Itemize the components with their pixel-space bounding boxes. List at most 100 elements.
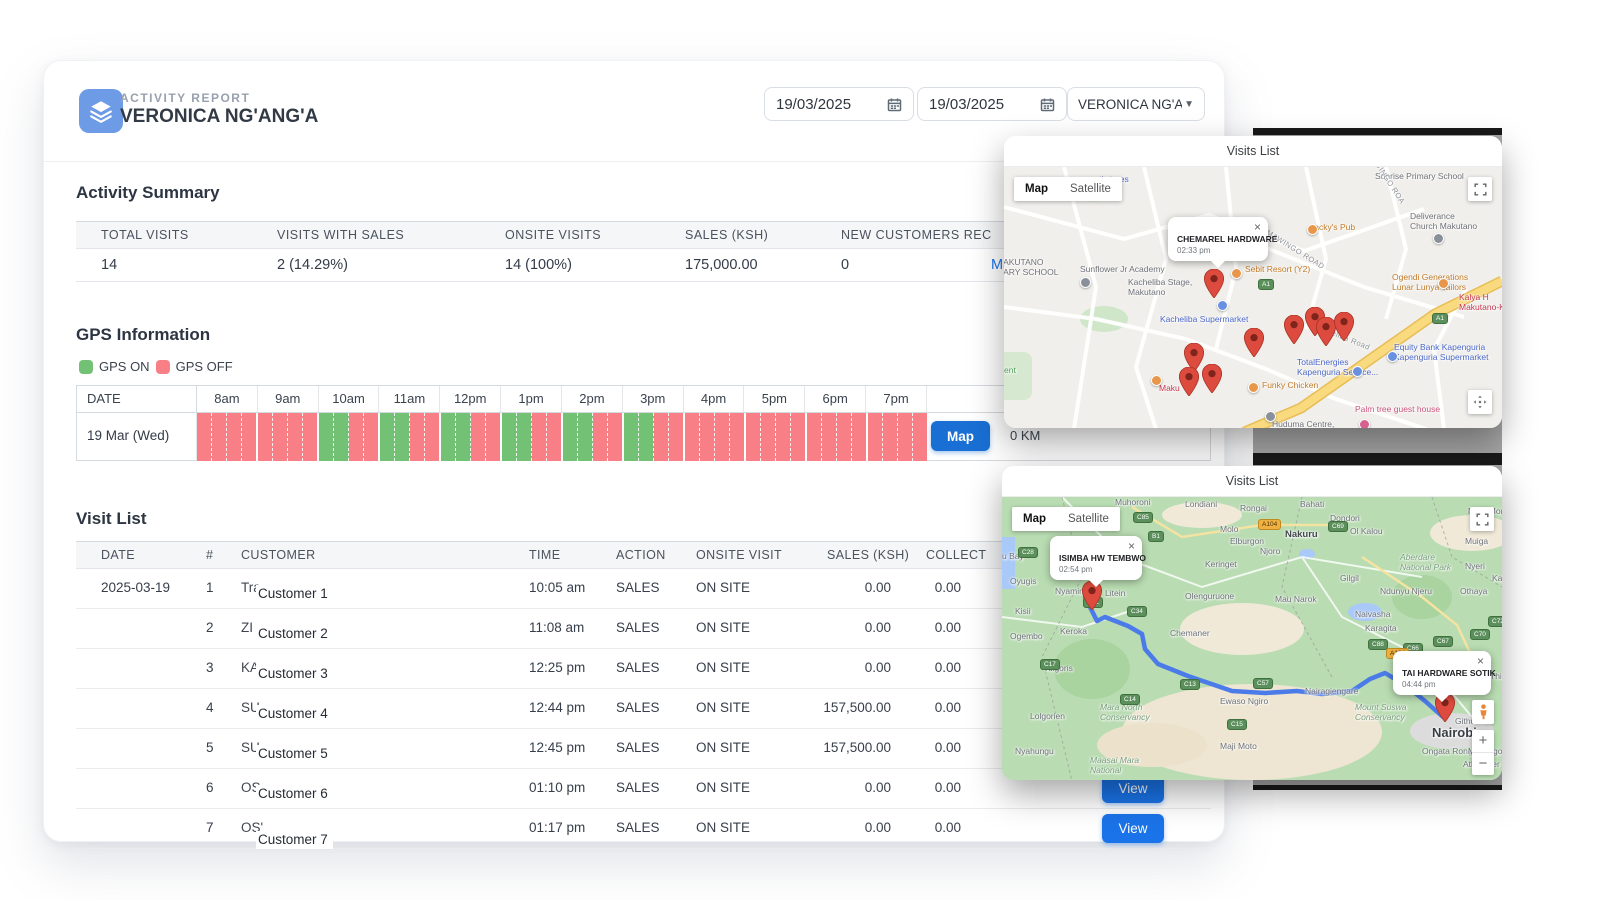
map-label: Olenguruone xyxy=(1185,591,1234,601)
zoom-control: + − xyxy=(1472,730,1494,775)
map-label: Elburgon xyxy=(1230,536,1264,546)
fullscreen-icon[interactable] xyxy=(1468,177,1492,201)
gps-off-segment xyxy=(288,413,303,461)
map-info-window: ×TAI HARDWARE SOTIK04:44 pm xyxy=(1393,651,1491,695)
map-type-map-button[interactable]: Map xyxy=(1014,177,1059,201)
visit-column-header: COLLECT xyxy=(926,548,986,562)
map-type-satellite-button[interactable]: Satellite xyxy=(1059,177,1122,201)
zoom-in-button[interactable]: + xyxy=(1472,730,1494,753)
map-label: TotalEnergies Kapenguria Service... xyxy=(1297,357,1378,377)
gps-map-button[interactable]: Map xyxy=(931,421,990,451)
user-filter-dropdown[interactable]: VERONICA NG'AN ▼ xyxy=(1067,87,1205,121)
gps-on-segment xyxy=(395,413,410,461)
map-label: Huduma Centre, West Pokot County xyxy=(1272,419,1345,428)
map-label: Kacheliba Supermarket xyxy=(1160,314,1248,324)
gps-off-segment xyxy=(303,413,319,461)
map-pin[interactable] xyxy=(1204,269,1224,298)
map-label: Maasai Mara National xyxy=(1090,755,1139,775)
pegman-icon[interactable] xyxy=(1472,700,1494,724)
visit-action: SALES xyxy=(616,660,660,675)
visit-onsite: ON SITE xyxy=(696,620,750,635)
gps-on-segment xyxy=(319,413,334,461)
close-icon[interactable]: × xyxy=(1254,220,1261,234)
visit-column-header: CUSTOMER xyxy=(241,548,316,562)
pan-arrows-icon[interactable] xyxy=(1468,390,1492,414)
visit-sales: 157,500.00 xyxy=(776,740,891,755)
map-label: Naivasha xyxy=(1355,609,1390,619)
gps-off-segment xyxy=(822,413,837,461)
map-pin[interactable] xyxy=(1284,315,1304,344)
info-window-name: CHEMAREL HARDWARE xyxy=(1177,234,1259,244)
street-map[interactable]: Map Satellite yati storesSunrise Primary… xyxy=(1004,167,1502,428)
map-label: Keringet xyxy=(1205,559,1237,569)
map-type-satellite-button[interactable]: Satellite xyxy=(1057,507,1120,531)
date-to-input[interactable]: 19/03/2025 xyxy=(917,87,1067,121)
gps-off-segment xyxy=(197,413,212,461)
summary-value: 0 xyxy=(841,257,849,273)
map-label: Funky Chicken xyxy=(1262,380,1318,390)
close-icon[interactable]: × xyxy=(1128,539,1135,553)
summary-value: 175,000.00 xyxy=(685,257,758,273)
gps-off-segment xyxy=(791,413,807,461)
view-button[interactable]: View xyxy=(1102,814,1164,843)
visit-customer-label: Customer 4 xyxy=(256,705,333,723)
map-label: Kacheliba Stage, Makutano xyxy=(1128,277,1192,297)
visit-customer-label: Customer 1 xyxy=(256,585,333,603)
visit-time: 01:10 pm xyxy=(529,780,585,795)
close-icon[interactable]: × xyxy=(1477,654,1484,668)
visit-collected: 0.00 xyxy=(886,660,961,675)
terrain-map[interactable]: Map Satellite + − MuhoroniLondianiRongai… xyxy=(1002,497,1502,780)
gps-hour-label: 2pm xyxy=(562,386,623,412)
map-label: ent xyxy=(1004,365,1016,375)
layers-icon xyxy=(79,89,123,133)
map-pin[interactable] xyxy=(1316,317,1336,346)
map-pin[interactable] xyxy=(1244,328,1264,357)
gps-on-segment xyxy=(517,413,532,461)
visit-number: 1 xyxy=(206,580,214,595)
visit-time: 12:45 pm xyxy=(529,740,585,755)
road-shield: B1 xyxy=(1148,531,1164,542)
fullscreen-icon[interactable] xyxy=(1470,507,1494,531)
gps-timeline xyxy=(197,413,927,461)
gps-off-segment xyxy=(425,413,441,461)
visit-collected: 0.00 xyxy=(886,780,961,795)
visit-sales: 0.00 xyxy=(776,620,891,635)
map-label: Othaya xyxy=(1460,586,1487,596)
gps-hour-label: 12pm xyxy=(440,386,501,412)
zoom-out-button[interactable]: − xyxy=(1472,753,1494,775)
map-type-map-button[interactable]: Map xyxy=(1012,507,1057,531)
gps-off-segment xyxy=(547,413,563,461)
visit-customer-label: Customer 3 xyxy=(256,665,333,683)
gps-on-segment xyxy=(334,413,349,461)
visit-time: 10:05 am xyxy=(529,580,585,595)
map-label: Sunflower Jr Academy xyxy=(1080,264,1165,274)
visit-collected: 0.00 xyxy=(886,580,961,595)
gps-on-segment xyxy=(639,413,654,461)
summary-value: 2 (14.29%) xyxy=(277,257,348,273)
visit-time: 01:17 pm xyxy=(529,820,585,835)
gps-off-segment xyxy=(654,413,669,461)
visits-map-window-bottom: Visits List xyxy=(1002,466,1502,780)
legend-label: GPS ON xyxy=(99,359,150,374)
map-pin[interactable] xyxy=(1202,364,1222,393)
visit-list-title: Visit List xyxy=(76,509,147,529)
map-label: Nairagiengare xyxy=(1305,686,1358,696)
gps-off-segment xyxy=(898,413,913,461)
gps-off-segment xyxy=(532,413,547,461)
gps-off-segment xyxy=(746,413,761,461)
poi-icon xyxy=(1433,233,1444,244)
map-pin[interactable] xyxy=(1179,367,1199,396)
summary-value: 14 (100%) xyxy=(505,257,572,273)
legend-swatch-off xyxy=(156,360,170,374)
gps-date-header: DATE xyxy=(77,386,197,412)
gps-hour-label: 4pm xyxy=(684,386,745,412)
visit-sales: 0.00 xyxy=(776,660,891,675)
gps-off-segment xyxy=(608,413,624,461)
date-from-value: 19/03/2025 xyxy=(776,96,851,113)
map-label: Ndunyu Njeru xyxy=(1380,586,1432,596)
map-pin[interactable] xyxy=(1334,312,1354,341)
gps-off-segment xyxy=(761,413,776,461)
info-window-time: 02:54 pm xyxy=(1059,565,1133,574)
date-from-input[interactable]: 19/03/2025 xyxy=(764,87,914,121)
poi-icon xyxy=(1387,351,1398,362)
